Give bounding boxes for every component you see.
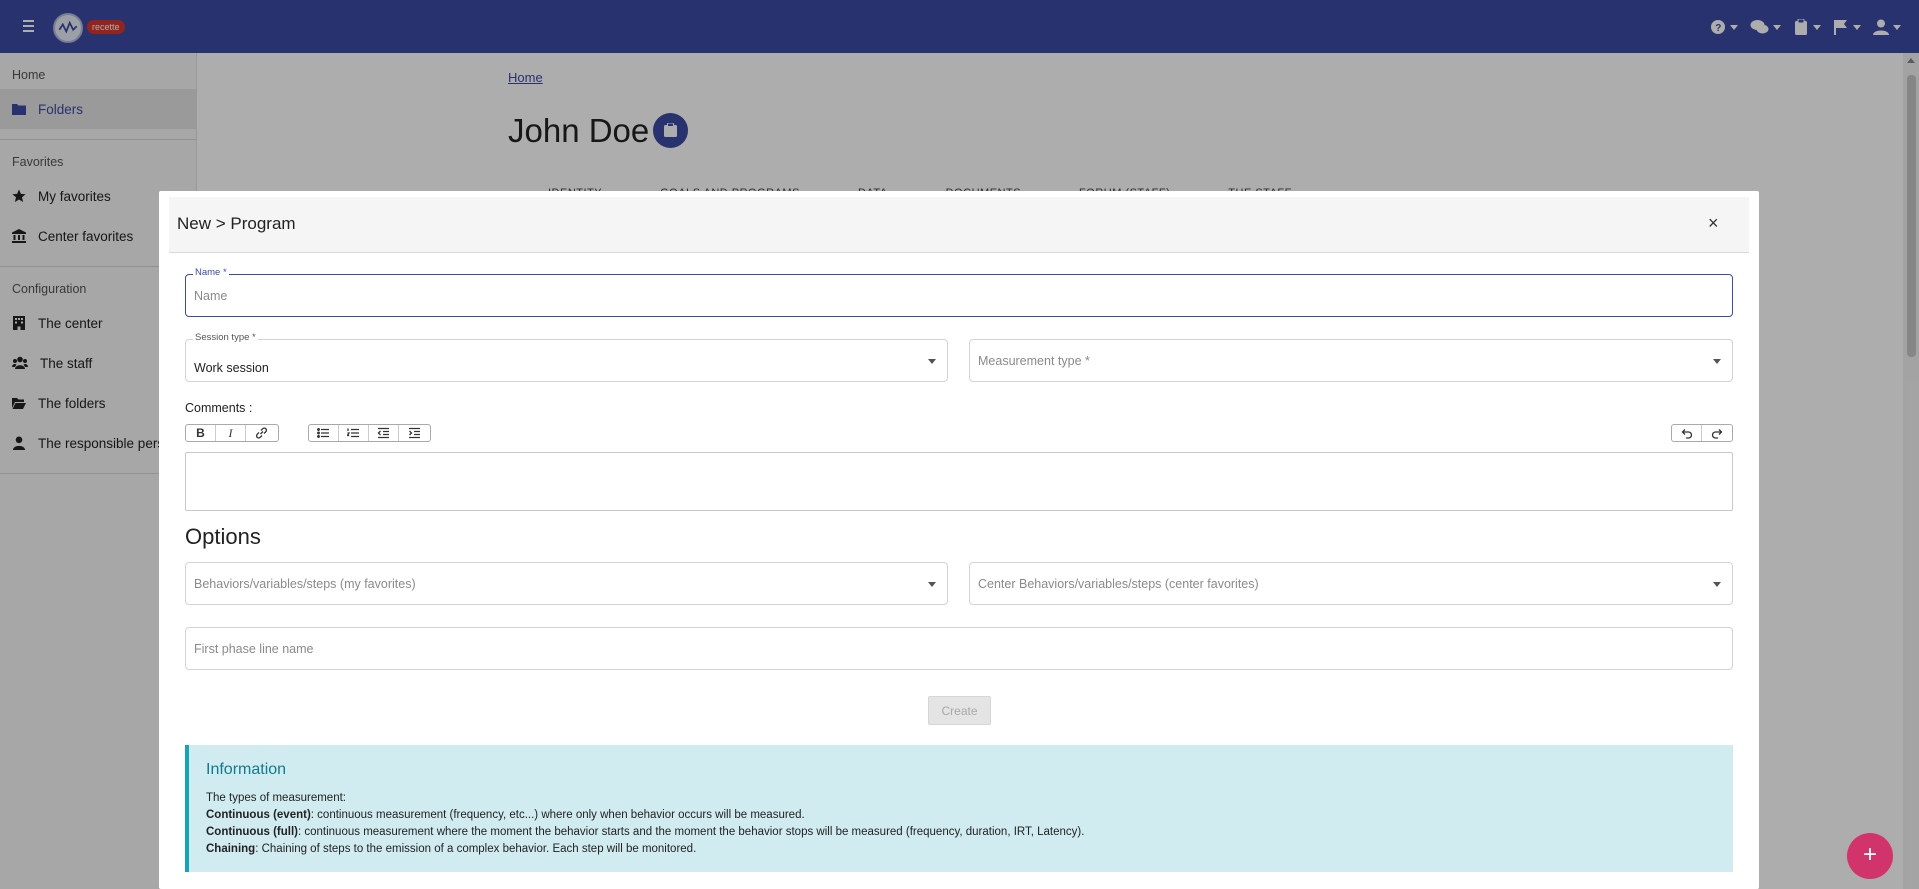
information-intro: The types of measurement: <box>206 792 346 804</box>
redo-icon <box>1711 429 1722 439</box>
information-line-chaining: Chaining: Chaining of steps to the emiss… <box>206 841 1733 858</box>
redo-button[interactable] <box>1702 425 1732 441</box>
definition-continuous-full: : continuous measurement where the momen… <box>297 826 1085 838</box>
create-button[interactable]: Create <box>928 696 991 725</box>
chevron-down-icon <box>928 581 936 587</box>
session-type-select[interactable]: Session type * Work session <box>185 332 948 382</box>
information-title: Information <box>206 761 287 778</box>
behaviors-center-favorites-placeholder: Center Behaviors/variables/steps (center… <box>978 576 1259 591</box>
editor-list-toolbar <box>308 424 431 442</box>
indent-icon <box>408 427 420 439</box>
name-field[interactable]: Name * Name <box>185 267 1733 317</box>
name-placeholder: Name <box>194 288 228 303</box>
bullet-list-button[interactable] <box>309 425 339 441</box>
chevron-down-icon <box>1713 581 1721 587</box>
undo-icon <box>1681 429 1693 439</box>
first-phase-line-name-placeholder: First phase line name <box>194 641 314 656</box>
link-button[interactable] <box>246 425 276 441</box>
numbered-list-button[interactable] <box>339 425 369 441</box>
numbered-list-icon <box>347 428 359 438</box>
italic-button[interactable]: I <box>216 425 246 441</box>
measurement-type-select[interactable]: Measurement type * <box>969 339 1733 382</box>
add-fab-button[interactable]: + <box>1847 833 1893 879</box>
chevron-down-icon <box>1713 358 1721 364</box>
term-chaining: Chaining <box>206 843 256 855</box>
undo-button[interactable] <box>1672 425 1702 441</box>
comments-editor[interactable] <box>185 452 1733 511</box>
editor-history-toolbar <box>1671 424 1733 442</box>
behaviors-my-favorites-placeholder: Behaviors/variables/steps (my favorites) <box>194 576 416 591</box>
session-type-value: Work session <box>194 361 269 375</box>
outdent-icon <box>377 427 389 439</box>
information-line-continuous-event: Continuous (event): continuous measureme… <box>206 807 1733 824</box>
term-continuous-full: Continuous (full) <box>206 826 298 838</box>
behaviors-my-favorites-select[interactable]: Behaviors/variables/steps (my favorites) <box>185 562 948 605</box>
options-heading: Options <box>185 524 261 549</box>
information-line-continuous-full: Continuous (full): continuous measuremen… <box>206 824 1733 841</box>
term-continuous-event: Continuous (event) <box>206 809 311 821</box>
session-type-label: Session type * <box>193 332 258 343</box>
behaviors-center-favorites-select[interactable]: Center Behaviors/variables/steps (center… <box>969 562 1733 605</box>
name-field-label: Name * <box>193 267 229 278</box>
bold-button[interactable]: B <box>186 425 216 441</box>
chevron-down-icon <box>928 358 936 364</box>
measurement-type-placeholder: Measurement type * <box>978 353 1090 368</box>
bullet-list-icon <box>317 428 329 438</box>
first-phase-line-name-field[interactable]: First phase line name <box>185 627 1733 670</box>
definition-continuous-event: : continuous measurement (frequency, etc… <box>310 809 805 821</box>
comments-label: Comments : <box>185 401 253 415</box>
information-alert: Information The types of measurement: Co… <box>185 745 1733 872</box>
link-icon <box>255 427 267 439</box>
outdent-button[interactable] <box>369 425 399 441</box>
definition-chaining: : Chaining of steps to the emission of a… <box>255 843 697 855</box>
dialog-title: New > Program <box>177 214 296 233</box>
editor-format-toolbar: B I <box>185 424 279 442</box>
close-button[interactable]: × <box>1708 213 1719 234</box>
dialog-header <box>169 197 1749 253</box>
indent-button[interactable] <box>399 425 429 441</box>
